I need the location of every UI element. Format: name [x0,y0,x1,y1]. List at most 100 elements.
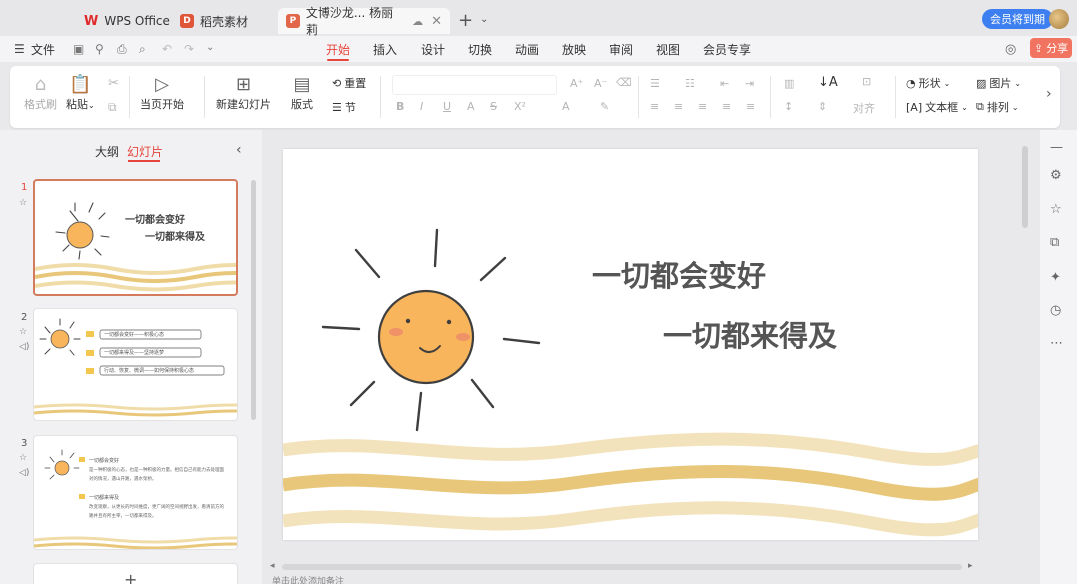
menu-tab-view[interactable]: 视图 [656,41,680,58]
link-icon[interactable]: ⚲ [95,42,104,56]
cut-icon[interactable]: ✂ [108,76,119,91]
line-spacing-icon[interactable]: ↕ [784,100,793,113]
layout-button[interactable]: ▤ 版式 [291,74,313,112]
paragraph-spacing-icon[interactable]: ⇕ [818,100,827,113]
shadow-icon[interactable]: A [467,100,475,113]
layout-label: 版式 [291,98,313,111]
collapse-icon[interactable]: — [1050,140,1063,155]
avatar[interactable] [1049,9,1069,29]
section-button[interactable]: ☰ 节 [332,99,356,115]
share-button[interactable]: ⇪ 分享 [1030,38,1072,58]
align-objects-button[interactable]: 对齐 [853,100,875,116]
divider [770,76,771,118]
notes-bar[interactable]: 单击此处添加备注 [264,576,1036,584]
tab-list-button[interactable]: ⌄ [480,14,488,25]
menu-tab-design[interactable]: 设计 [421,41,445,58]
canvas-horizontal-scrollbar[interactable] [282,564,962,570]
paste-button[interactable]: 📋 粘贴⌄ [66,74,95,112]
properties-icon[interactable]: ⚙ [1050,168,1062,183]
bullet-list-icon[interactable]: ☰ [650,77,660,90]
menu-tab-member[interactable]: 会员专享 [703,41,751,58]
menu-tab-insert[interactable]: 插入 [373,41,397,58]
format-painter-button[interactable]: ⌂ 格式刷 [24,74,57,112]
columns-icon[interactable]: ▥ [784,77,794,90]
font-color-icon[interactable]: A [562,100,570,113]
shape-button[interactable]: ◔ 形状 ⌄ [906,75,950,91]
ribbon-scroll-right-icon[interactable]: › [1046,86,1052,102]
share-icon: ⇪ [1033,41,1044,55]
menu-tab-home[interactable]: 开始 [326,41,350,58]
print-preview-icon[interactable]: ⌕ [139,42,146,57]
scroll-left-icon[interactable]: ◂ [270,561,275,571]
divider [204,76,205,118]
quick-access-more-icon[interactable]: ⌄ [206,42,214,53]
underline-icon[interactable]: U [443,100,451,113]
ai-icon[interactable]: ✦ [1050,270,1061,285]
textbox-button[interactable]: [A] 文本框 ⌄ [906,99,968,115]
tab-slides[interactable]: 幻灯片 [127,143,163,160]
justify-icon[interactable]: ≡ [722,100,731,113]
menu-tab-transition[interactable]: 切换 [468,41,492,58]
reset-button[interactable]: ⟲ 重置 [332,75,366,91]
menu-tab-animation[interactable]: 动画 [515,41,539,58]
vip-expiring-badge[interactable]: 会员将到期 [982,9,1053,29]
scroll-right-icon[interactable]: ▸ [968,561,973,571]
add-slide-button[interactable]: + [124,570,137,584]
distribute-icon[interactable]: ≡ [746,100,755,113]
align-left-icon[interactable]: ≡ [650,100,659,113]
more-icon[interactable]: ⋯ [1050,336,1063,351]
increase-indent-icon[interactable]: ⇥ [745,77,754,90]
decrease-font-icon[interactable]: A⁻ [594,77,607,90]
current-slide[interactable]: 一切都会变好 一切都来得及 [283,149,978,540]
canvas-vertical-scrollbar[interactable] [1022,146,1028,228]
italic-icon[interactable]: I [420,100,423,113]
slide-title-line1[interactable]: 一切都会变好 [592,253,766,295]
increase-font-icon[interactable]: A⁺ [570,77,583,90]
star-icon[interactable]: ☆ [1050,202,1062,217]
save-icon[interactable]: ▣ [73,42,84,56]
copy-icon[interactable]: ⧉ [108,100,117,115]
text-box-align-icon[interactable]: ⊡ [862,75,871,88]
tab-outline[interactable]: 大纲 [95,143,119,160]
sync-status-icon[interactable]: ◎ [1005,42,1016,57]
text-direction-icon[interactable]: ↓A [818,75,838,90]
tab-daoke[interactable]: D 稻壳素材 [172,8,256,34]
undo-icon[interactable]: ↶ [162,42,172,56]
thumb-item: 一切都会变好——积极心态 [104,332,165,338]
bold-icon[interactable]: B [396,100,404,113]
clear-format-icon[interactable]: ⌫ [616,76,632,89]
highlight-icon[interactable]: ✎ [600,100,609,113]
hamburger-icon[interactable]: ☰ [14,42,25,56]
arrange-icon: ⧉ [976,100,984,113]
thumb-paragraph: 是一种积极的心态，也是一种积极的力量。相信自己有能力去处理面对的情况，遇山开路，… [89,468,224,482]
slide-thumbnail-2[interactable]: 一切都会变好——积极心态 一切都来得及——坚持逐梦 行动、恢复、微调——如何保持… [33,308,238,421]
slide-thumbnail-1[interactable]: 一切都会变好 一切都来得及 [33,179,238,296]
close-tab-icon[interactable]: ✕ [431,14,442,29]
strikethrough-icon[interactable]: S [490,100,497,113]
copy-panel-icon[interactable]: ⧉ [1050,235,1059,250]
print-icon[interactable]: ⎙ [117,42,127,57]
new-tab-button[interactable]: + [458,10,473,31]
decrease-indent-icon[interactable]: ⇤ [720,77,729,90]
panel-scrollbar[interactable] [251,180,256,420]
superscript-icon[interactable]: X² [514,100,526,113]
menu-tab-review[interactable]: 审阅 [609,41,633,58]
redo-icon[interactable]: ↷ [184,42,194,56]
tab-presentation[interactable]: P 文博沙龙... 杨丽莉 ☁ ✕ [278,6,450,37]
align-right-icon[interactable]: ≡ [698,100,707,113]
section-label: 节 [344,101,356,114]
align-center-icon[interactable]: ≡ [674,100,683,113]
menu-tab-slideshow[interactable]: 放映 [562,41,586,58]
history-icon[interactable]: ◷ [1050,303,1061,318]
file-menu[interactable]: 文件 [31,41,55,58]
slide-thumbnail-3[interactable]: 一切都会变好 是一种积极的心态，也是一种积极的力量。相信自己有能力去处理面对的情… [33,435,238,550]
play-from-current-button[interactable]: ▷ 当页开始 [140,74,184,112]
numbered-list-icon[interactable]: ☷ [685,77,695,90]
tab-wps-office[interactable]: W WPS Office [76,8,178,34]
arrange-button[interactable]: ⧉ 排列 ⌄ [976,99,1019,115]
slide-title-line2[interactable]: 一切都来得及 [663,313,837,355]
new-slide-button[interactable]: ⊞ 新建幻灯片 [216,74,271,112]
font-family-select[interactable] [392,75,557,95]
picture-button[interactable]: ▨ 图片 ⌄ [976,75,1021,91]
collapse-panel-button[interactable]: ‹ [236,142,242,158]
